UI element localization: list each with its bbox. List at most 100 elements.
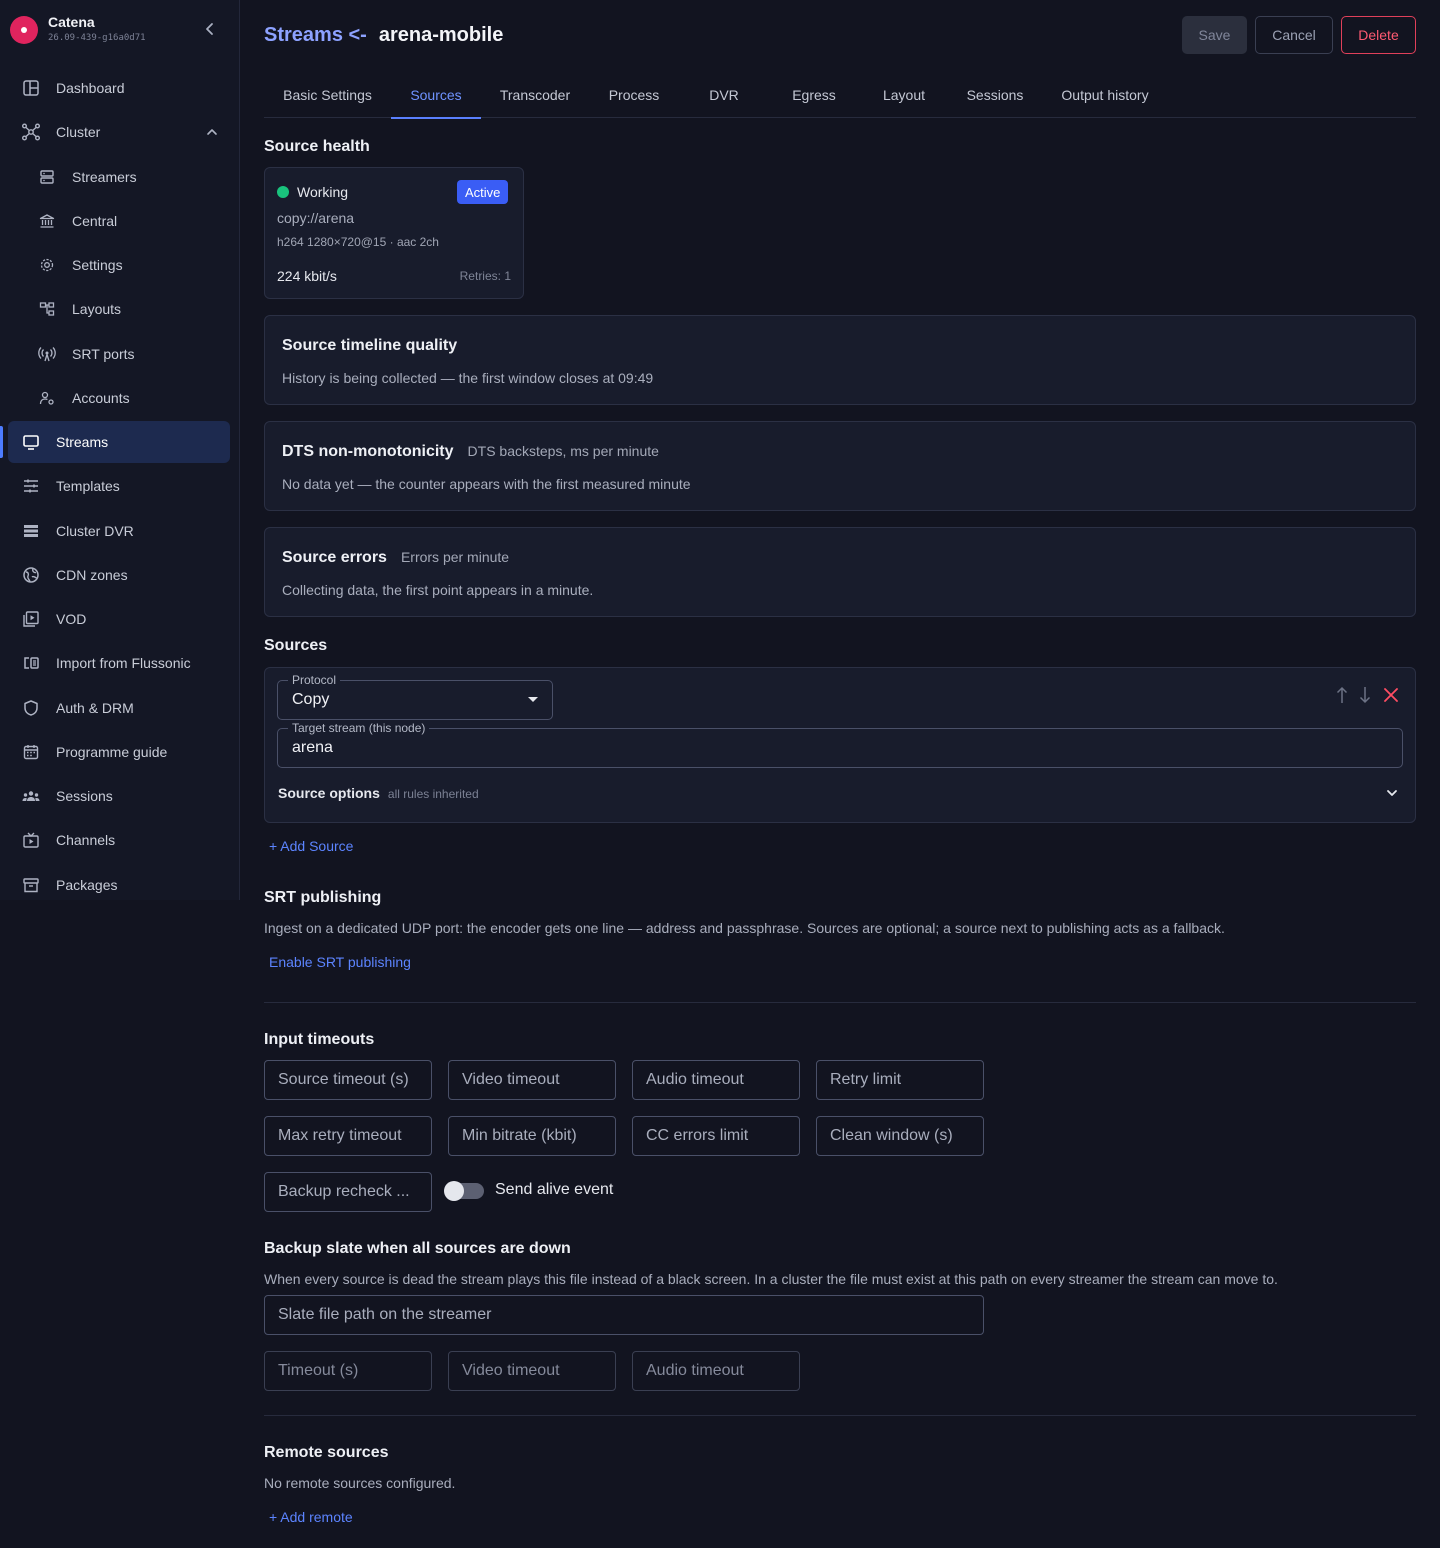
enable-srt-button[interactable]: Enable SRT publishing <box>269 954 411 970</box>
sidebar-item-settings[interactable]: Settings <box>8 244 230 286</box>
sidebar-item-dashboard[interactable]: Dashboard <box>8 67 230 109</box>
bank-icon <box>36 210 58 232</box>
tab-process[interactable]: Process <box>589 72 679 118</box>
source-options-toggle[interactable]: Source options all rules inherited <box>278 785 479 801</box>
add-source-button[interactable]: + Add Source <box>269 838 353 854</box>
sidebar-item-channels[interactable]: Channels <box>8 819 230 861</box>
monitor-icon <box>20 431 42 453</box>
sidebar-item-vod[interactable]: VOD <box>8 598 230 640</box>
sidebar-item-label: SRT ports <box>72 346 135 362</box>
source-timeout-input[interactable]: Source timeout (s) <box>264 1060 432 1100</box>
tab-transcoder[interactable]: Transcoder <box>481 72 589 118</box>
backup-recheck-input[interactable]: Backup recheck ... <box>264 1172 432 1212</box>
audio-timeout-input[interactable]: Audio timeout <box>632 1060 800 1100</box>
sidebar-item-cdn-zones[interactable]: CDN zones <box>8 554 230 596</box>
protocol-value: Copy <box>292 691 330 708</box>
source-codec: h264 1280×720@15 · aac 2ch <box>277 235 439 249</box>
sidebar-item-label: Channels <box>56 832 116 848</box>
move-up-arrow-icon[interactable] <box>1335 685 1349 705</box>
tv-icon <box>20 829 42 851</box>
status-dot-icon <box>277 186 289 198</box>
input-timeouts-title: Input timeouts <box>264 1031 375 1048</box>
tab-sessions[interactable]: Sessions <box>949 72 1041 118</box>
divider <box>264 1415 1416 1416</box>
protocol-label: Protocol <box>288 673 341 687</box>
clean-window-input[interactable]: Clean window (s) <box>816 1116 984 1156</box>
brand[interactable]: Catena 26.09-439-g16a0d71 <box>10 14 230 48</box>
caret-down-icon <box>528 697 538 702</box>
sidebar-item-streamers[interactable]: Streamers <box>8 156 230 198</box>
cancel-button[interactable]: Cancel <box>1255 16 1333 54</box>
source-health-title: Source health <box>264 138 370 155</box>
divider <box>264 1002 1416 1003</box>
source-health-card: Working Active copy://arena h264 1280×72… <box>264 167 524 299</box>
panel-text: Collecting data, the first point appears… <box>282 582 594 598</box>
delete-button[interactable]: Delete <box>1341 16 1416 54</box>
sidebar-item-label: CDN zones <box>56 567 128 583</box>
send-alive-toggle[interactable] <box>444 1181 484 1201</box>
slate-audio-timeout-input[interactable]: Audio timeout <box>632 1351 800 1391</box>
brand-name: Catena <box>48 14 95 30</box>
group-icon <box>20 785 42 807</box>
video-timeout-input[interactable]: Video timeout <box>448 1060 616 1100</box>
tab-dvr[interactable]: DVR <box>679 72 769 118</box>
sidebar-item-import[interactable]: Import from Flussonic <box>8 642 230 684</box>
sidebar-item-cluster-dvr[interactable]: Cluster DVR <box>8 510 230 552</box>
sidebar-item-programme-guide[interactable]: Programme guide <box>8 731 230 773</box>
slate-path-input[interactable]: Slate file path on the streamer <box>264 1295 984 1335</box>
target-stream-label: Target stream (this node) <box>288 721 430 735</box>
backup-slate-text: When every source is dead the stream pla… <box>264 1271 1278 1287</box>
min-bitrate-input[interactable]: Min bitrate (kbit) <box>448 1116 616 1156</box>
gear-icon <box>36 254 58 276</box>
sidebar-item-srt-ports[interactable]: SRT ports <box>8 333 230 375</box>
video-library-icon <box>20 608 42 630</box>
sidebar-item-central[interactable]: Central <box>8 200 230 242</box>
sidebar-item-label: Accounts <box>72 390 130 406</box>
slate-video-timeout-input[interactable]: Video timeout <box>448 1351 616 1391</box>
source-bitrate: 224 kbit/s <box>277 268 337 284</box>
panel-subtitle: Errors per minute <box>400 549 510 565</box>
sidebar-item-label: VOD <box>56 611 87 627</box>
chevron-down-icon[interactable] <box>1385 786 1399 800</box>
timeline-quality-panel: Source timeline quality History is being… <box>264 315 1416 405</box>
cc-errors-limit-input[interactable]: CC errors limit <box>632 1116 800 1156</box>
archive-icon <box>20 874 42 896</box>
health-state: Working <box>297 184 349 200</box>
retry-limit-input[interactable]: Retry limit <box>816 1060 984 1100</box>
tab-output-history[interactable]: Output history <box>1041 72 1169 118</box>
sidebar-item-streams[interactable]: Streams <box>8 421 230 463</box>
sidebar-item-packages[interactable]: Packages <box>8 864 230 906</box>
sidebar-item-sessions[interactable]: Sessions <box>8 775 230 817</box>
move-down-arrow-icon[interactable] <box>1358 685 1372 705</box>
sidebar-item-auth-drm[interactable]: Auth & DRM <box>8 687 230 729</box>
protocol-select[interactable]: Protocol Copy <box>277 673 553 720</box>
add-remote-button[interactable]: + Add remote <box>269 1509 353 1525</box>
sidebar-item-accounts[interactable]: Accounts <box>8 377 230 419</box>
tab-layout[interactable]: Layout <box>859 72 949 118</box>
import-icon <box>20 652 42 674</box>
slate-timeout-input[interactable]: Timeout (s) <box>264 1351 432 1391</box>
sidebar-item-layouts[interactable]: Layouts <box>8 288 230 330</box>
panel-title-text: DTS non-monotonicity <box>282 443 454 460</box>
breadcrumb-streams[interactable]: Streams <- <box>264 24 367 47</box>
sidebar-item-cluster[interactable]: Cluster <box>8 111 230 153</box>
shield-icon <box>20 697 42 719</box>
panel-text: No data yet — the counter appears with t… <box>282 476 691 492</box>
remove-source-close-icon[interactable] <box>1382 686 1400 704</box>
max-retry-timeout-input[interactable]: Max retry timeout <box>264 1116 432 1156</box>
user-gear-icon <box>36 387 58 409</box>
tab-sources[interactable]: Sources <box>391 72 481 119</box>
panel-title-text: Source errors <box>282 549 387 566</box>
sidebar-item-templates[interactable]: Templates <box>8 465 230 507</box>
tab-egress[interactable]: Egress <box>769 72 859 118</box>
antenna-icon <box>36 343 58 365</box>
target-stream-input[interactable]: Target stream (this node) arena <box>277 721 1403 768</box>
calendar-icon <box>20 741 42 763</box>
save-button[interactable]: Save <box>1182 16 1247 54</box>
panel-text: History is being collected — the first w… <box>282 370 654 386</box>
target-stream-value: arena <box>292 739 333 756</box>
tab-basic-settings[interactable]: Basic Settings <box>264 72 391 118</box>
collapse-sidebar-button[interactable] <box>198 14 222 44</box>
sidebar: Catena 26.09-439-g16a0d71 Dashboard Clus… <box>0 0 240 900</box>
panel-title: DTS non-monotonicity DTS backsteps, ms pe… <box>282 443 659 461</box>
